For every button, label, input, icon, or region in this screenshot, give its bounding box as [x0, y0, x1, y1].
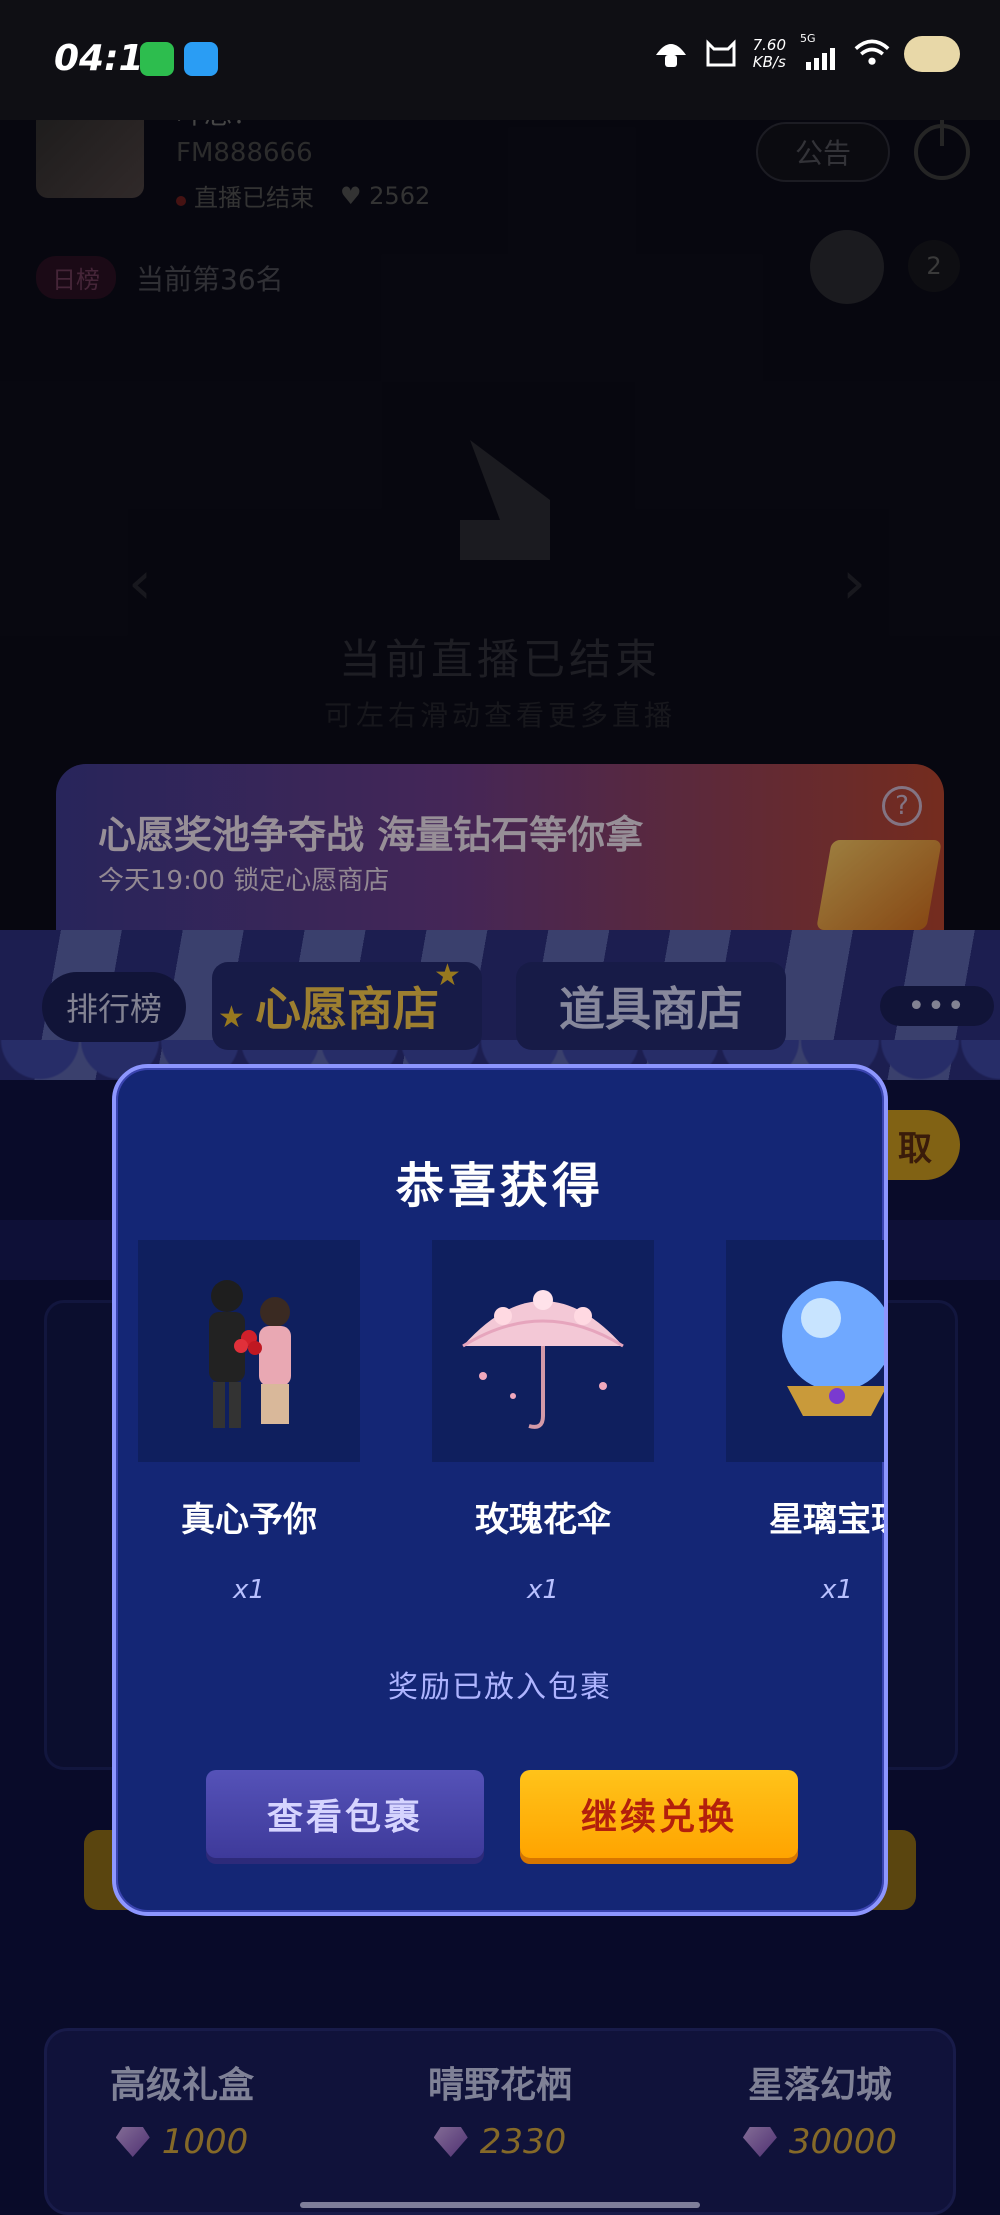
view-bag-button[interactable]: 查看包裹 — [206, 1770, 484, 1858]
modal-title: 恭喜获得 — [395, 1158, 604, 1214]
net-speed-value: 7.60 — [752, 36, 786, 54]
reward-note: 奖励已放入包裹 — [388, 1670, 612, 1705]
home-indicator[interactable] — [300, 2202, 700, 2208]
signal-icon: 5G — [800, 32, 840, 72]
reward-name: 玫瑰花伞 — [475, 1500, 611, 1540]
status-bar: 04:19 7.60 KB/s 5G — [0, 0, 1000, 120]
net-speed: 7.60 KB/s — [753, 37, 786, 71]
reward-item: 星璃宝珠 x1 — [726, 1240, 884, 1605]
mushroom-icon — [653, 36, 689, 72]
reward-item: 玫瑰花伞 x1 — [432, 1240, 654, 1605]
battery-icon — [904, 36, 960, 72]
cat-icon — [703, 36, 739, 72]
net-speed-unit: KB/s — [752, 53, 786, 71]
reward-item: 真心予你 x1 — [138, 1240, 360, 1605]
reward-name: 星璃宝珠 — [769, 1500, 884, 1540]
rose-umbrella-icon — [432, 1240, 654, 1462]
couple-roses-icon — [138, 1240, 360, 1462]
reward-name: 真心予你 — [181, 1500, 317, 1540]
reward-quantity: x1 — [821, 1575, 853, 1605]
reward-modal: 恭喜获得 真心予你 x1 玫瑰花伞 x1 星璃宝 x1 奖励已放入包裹 查看包裹… — [112, 1064, 888, 1916]
reward-quantity: x1 — [233, 1575, 265, 1605]
continue-exchange-button[interactable]: 继续兑换 — [520, 1770, 798, 1858]
crystal-orb-icon — [726, 1240, 884, 1462]
wechat-icon — [140, 42, 174, 76]
reward-quantity: x1 — [527, 1575, 559, 1605]
wifi-icon — [854, 36, 890, 72]
status-icons: 7.60 KB/s 5G — [653, 32, 960, 72]
chat-app-icon — [184, 42, 218, 76]
